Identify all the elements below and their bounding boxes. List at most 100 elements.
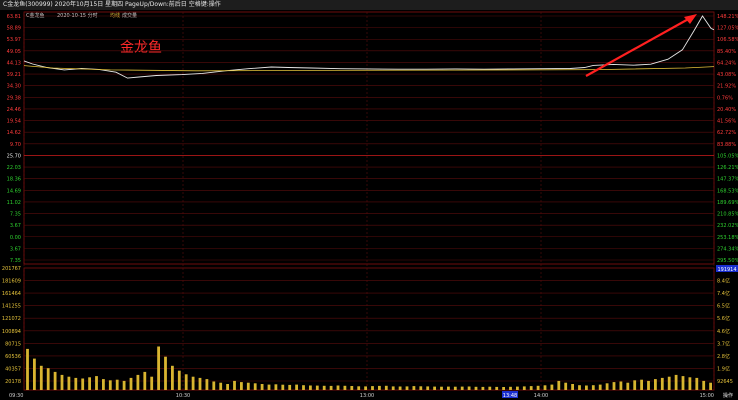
volume-bar <box>681 376 685 390</box>
volume-bar <box>74 377 78 390</box>
price-tick-left: 3.67 <box>10 223 21 229</box>
price-tick-left: 53.97 <box>7 37 21 43</box>
volume-bar <box>640 379 643 390</box>
average-line <box>23 65 715 72</box>
volume-bar <box>440 386 443 390</box>
price-tick-left: 7.35 <box>10 258 21 264</box>
price-tick-right: 106.58% <box>717 37 738 43</box>
price-tick-right: 147.37% <box>717 177 738 183</box>
volume-bar <box>46 368 50 390</box>
price-tick-left: 14.62 <box>7 130 21 136</box>
price-tick-left: 11.02 <box>7 200 21 206</box>
time-label: 13:00 <box>360 393 374 399</box>
price-tick-left: 29.38 <box>7 95 21 101</box>
volume-bar <box>157 346 160 390</box>
price-tick-right: 41.56% <box>717 119 736 125</box>
volume-bar <box>274 384 278 390</box>
price-tick-right: 21.92% <box>717 84 736 90</box>
price-tick-right: 20.40% <box>717 107 736 113</box>
volume-bar <box>660 377 664 390</box>
volume-bar <box>81 378 85 390</box>
volume-tick-right: 6.5亿 <box>717 303 730 310</box>
time-label: 09:30 <box>9 393 23 399</box>
volume-bar <box>115 379 119 390</box>
volume-bar <box>322 385 326 390</box>
volume-tick-right: 2.8亿 <box>717 353 730 360</box>
volume-bar <box>709 382 712 390</box>
volume-bar <box>364 386 367 390</box>
volume-bar <box>136 374 140 390</box>
volume-bar <box>612 382 616 390</box>
operate-button[interactable]: 操作 <box>718 393 738 400</box>
volume-bar <box>667 376 671 390</box>
volume-tick-left: 60536 <box>5 354 21 360</box>
volume-bar <box>412 386 416 390</box>
price-tick-right: 43.08% <box>717 72 736 78</box>
volume-bar <box>460 386 464 390</box>
price-tick-right: 62.72% <box>717 130 736 136</box>
price-tick-right: 253.18% <box>717 235 738 241</box>
volume-bar <box>246 382 250 390</box>
price-tick-left: 44.13 <box>7 60 21 66</box>
volume-tick-right: 1.9亿 <box>717 365 730 372</box>
volume-bar <box>481 386 485 390</box>
volume-bar <box>447 386 450 390</box>
price-tick-right: 168.53% <box>717 188 738 194</box>
intraday-chart[interactable]: 63.81 148.21% 58.89 127.05% 53.97 106.58% 49.0… <box>0 0 738 400</box>
price-tick-left: 49.05 <box>7 49 21 55</box>
volume-bar <box>502 387 505 390</box>
volume-bar <box>605 383 609 390</box>
time-cursor-label: 13:48 <box>503 393 517 399</box>
volume-bar <box>281 384 285 390</box>
volume-bar <box>67 376 71 390</box>
volume-bar <box>295 384 298 390</box>
volume-bar <box>143 371 147 390</box>
price-tick-right: 83.88% <box>717 142 736 148</box>
volume-bar <box>33 358 36 390</box>
volume-bar <box>516 386 519 390</box>
volume-bar <box>591 385 595 390</box>
volume-bar <box>550 384 554 390</box>
volume-bar <box>426 386 430 390</box>
volume-bar <box>309 385 312 390</box>
volume-bar <box>336 385 340 390</box>
volume-bar <box>585 385 588 390</box>
volume-bar <box>226 384 229 390</box>
volume-bar <box>233 380 236 390</box>
volume-tick-left: 20178 <box>5 379 21 385</box>
volume-bar <box>53 371 57 390</box>
volume-bar <box>509 386 512 390</box>
volume-bar <box>543 385 547 390</box>
annotation-arrow-shaft <box>585 16 693 77</box>
volume-bar <box>571 384 574 390</box>
volume-bar <box>674 374 678 390</box>
volume-bar <box>522 386 526 390</box>
volume-bar <box>536 385 540 390</box>
price-tick-right: 210.85% <box>717 212 738 218</box>
volume-bar <box>150 376 154 390</box>
price-tick-right: 126.21% <box>717 165 738 171</box>
volume-bar <box>343 385 347 390</box>
price-tick-left: 3.67 <box>10 246 21 252</box>
annotation-arrow-head <box>684 14 697 24</box>
volume-bar <box>212 381 216 390</box>
volume-bar <box>102 379 105 390</box>
price-tick-right: 295.50% <box>717 258 738 264</box>
price-tick-right: 85.40% <box>717 49 736 55</box>
volume-bar <box>619 381 623 390</box>
volume-bar <box>198 377 202 390</box>
volume-bar <box>633 380 637 390</box>
price-tick-left: 7.35 <box>10 212 21 218</box>
price-tick-left: 58.89 <box>7 26 21 32</box>
price-tick-left: 24.46 <box>7 107 21 113</box>
price-tick-right: 274.34% <box>717 246 738 252</box>
price-tick-left: 34.30 <box>7 84 21 90</box>
price-tick-right: 0.76% <box>717 95 733 101</box>
volume-bar <box>219 382 223 390</box>
volume-bar <box>357 386 361 390</box>
price-tick-right: 189.69% <box>717 200 738 206</box>
time-label: 10:30 <box>176 393 190 399</box>
volume-bar <box>122 380 126 390</box>
volume-bar <box>329 385 333 390</box>
volume-bar <box>598 384 602 390</box>
